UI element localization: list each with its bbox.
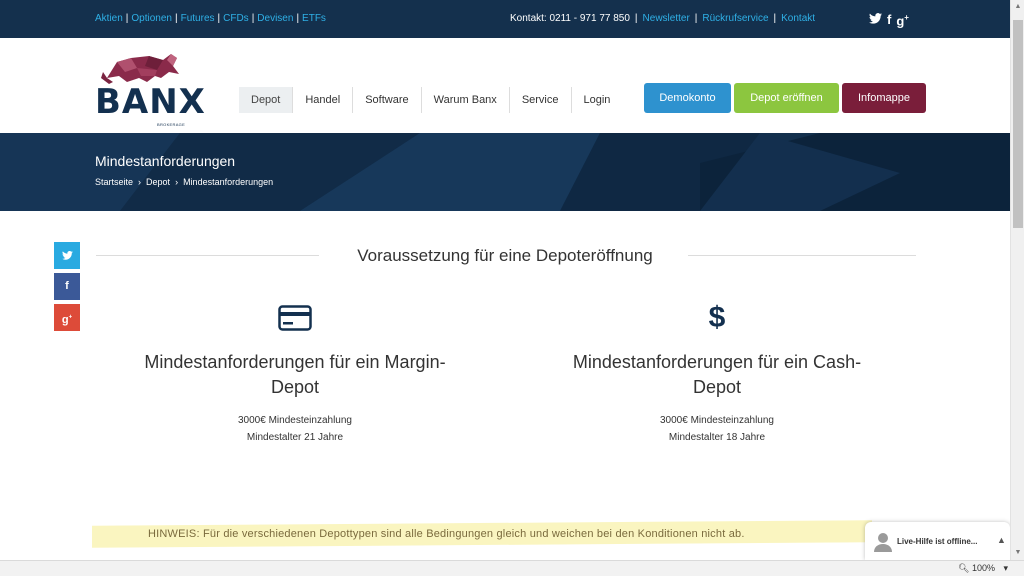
cash-min-age: Mindestalter 18 Jahre	[668, 432, 766, 443]
cash-min-deposit: 3000€ Mindesteinzahlung	[660, 415, 774, 426]
twitter-icon[interactable]	[869, 12, 882, 28]
hero-background	[0, 133, 1010, 211]
zoom-dropdown-icon[interactable]: ▾	[1004, 563, 1009, 573]
banx-logo[interactable]: BANX BROKERAGE	[95, 48, 205, 127]
nav-handel[interactable]: Handel	[293, 87, 354, 113]
market-links: Aktien | Optionen | Futures | CFDs | Devisen | ETF…	[95, 13, 326, 24]
cash-depot-column: $ Mindestanforderungen für ein Cash-Depo…	[552, 300, 882, 446]
main-nav: Depot Handel Software Warum Banx Service Logi…	[239, 87, 622, 113]
google-plus-icon: g+	[61, 313, 73, 326]
zoom-level: 100%	[971, 563, 995, 573]
nav-warum-banx[interactable]: Warum Banx	[422, 87, 510, 113]
facebook-icon: f	[65, 280, 69, 292]
chevron-up-icon[interactable]: ▲	[997, 535, 1006, 545]
twitter-icon	[61, 250, 73, 260]
link-futures[interactable]: Futures	[181, 13, 215, 24]
site-header: BANX BROKERAGE Depot Handel Software Warum …	[0, 38, 1010, 133]
link-newsletter[interactable]: Newsletter	[643, 13, 690, 24]
top-bar: Aktien | Optionen | Futures | CFDs | Devisen | ETF…	[0, 0, 1010, 38]
margin-min-deposit: 3000€ Mindesteinzahlung	[238, 415, 352, 426]
infomappe-button[interactable]: Infomappe	[842, 83, 926, 113]
logo-wordmark: BANX	[95, 82, 206, 122]
link-cfds[interactable]: CFDs	[223, 13, 249, 24]
page-title: Mindestanforderungen	[95, 153, 236, 169]
zoom-control[interactable]: 🔍︎ 100% ▾	[958, 563, 1008, 574]
google-plus-icon[interactable]: g+	[896, 10, 909, 29]
link-optionen[interactable]: Optionen	[131, 13, 172, 24]
margin-depot-title: Mindestanforderungen für ein Margin-Depo…	[144, 352, 446, 397]
vertical-scrollbar[interactable]: ▲ ▼	[1010, 0, 1024, 560]
zoom-magnifier-icon: 🔍︎	[958, 563, 970, 573]
share-twitter-button[interactable]	[54, 242, 80, 269]
margin-depot-column: Mindestanforderungen für ein Margin-Depo…	[130, 300, 460, 446]
margin-min-age: Mindestalter 21 Jahre	[246, 432, 344, 443]
breadcrumb-startseite[interactable]: Startseite	[95, 177, 133, 187]
breadcrumb-current: Mindestanforderungen	[183, 177, 274, 187]
contact-phone: Kontakt: 0211 - 971 77 850	[510, 13, 630, 24]
nav-software[interactable]: Software	[353, 87, 422, 113]
breadcrumb: Startseite › Depot › Mindestanforderungen	[95, 177, 274, 187]
browser-status-bar: 🔍︎ 100% ▾	[0, 560, 1024, 576]
link-kontakt[interactable]: Kontakt	[781, 13, 815, 24]
link-rueckrufservice[interactable]: Rückrufservice	[702, 13, 768, 24]
share-facebook-button[interactable]: f	[54, 273, 80, 300]
nav-depot[interactable]: Depot	[239, 87, 294, 113]
demokonto-button[interactable]: Demokonto	[644, 83, 731, 113]
heading-divider-left	[96, 255, 319, 256]
scroll-up-arrow-icon[interactable]: ▲	[1011, 0, 1024, 14]
credit-card-icon	[278, 305, 312, 331]
link-aktien[interactable]: Aktien	[95, 13, 123, 24]
user-avatar-icon	[874, 533, 892, 552]
facebook-icon[interactable]: f	[887, 12, 891, 28]
live-help-status: Live-Hilfe ist offline...	[897, 537, 978, 546]
page-hero: Mindestanforderungen Startseite › Depot › Mi…	[0, 133, 1010, 211]
breadcrumb-depot[interactable]: Depot	[146, 177, 170, 187]
heading-divider-right	[688, 255, 916, 256]
social-links: f g+	[869, 10, 914, 29]
nav-login[interactable]: Login	[572, 87, 623, 113]
notice-text: HINWEIS: Für die verschiedenen Depottype…	[148, 528, 745, 540]
share-googleplus-button[interactable]: g+	[54, 304, 80, 331]
link-etfs[interactable]: ETFs	[302, 13, 326, 24]
logo-subtitle: BROKERAGE	[157, 122, 186, 127]
link-devisen[interactable]: Devisen	[257, 13, 293, 24]
depot-eroeffnen-button[interactable]: Depot eröffnen	[734, 83, 839, 113]
section-title: Voraussetzung für eine Depoteröffnung	[357, 246, 653, 265]
scroll-down-arrow-icon[interactable]: ▼	[1011, 546, 1024, 560]
nav-service[interactable]: Service	[510, 87, 572, 113]
contact-links: Kontakt: 0211 - 971 77 850 | Newsletter | Rü…	[510, 13, 816, 24]
scrollbar-thumb[interactable]	[1013, 20, 1023, 228]
cash-depot-title: Mindestanforderungen für ein Cash-Depot	[572, 352, 862, 397]
live-help-widget[interactable]: Live-Hilfe ist offline... ▲	[865, 522, 1010, 560]
dollar-icon: $	[708, 301, 726, 334]
